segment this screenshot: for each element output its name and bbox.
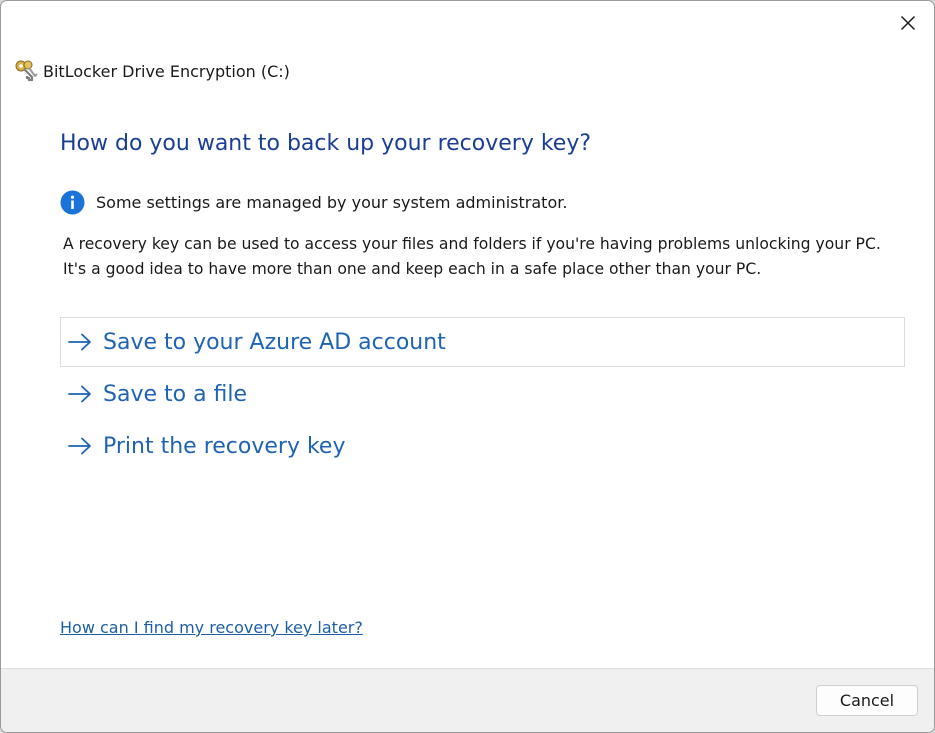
page-heading: How do you want to back up your recovery…	[60, 131, 592, 156]
option-save-to-file[interactable]: Save to a file	[60, 369, 905, 419]
option-print-recovery-key[interactable]: Print the recovery key	[60, 421, 905, 471]
description-line: It's a good idea to have more than one a…	[63, 260, 762, 278]
admin-notice-text: Some settings are managed by your system…	[96, 193, 568, 212]
window-title: BitLocker Drive Encryption (C:)	[43, 61, 290, 81]
cancel-button[interactable]: Cancel	[816, 685, 918, 716]
arrow-right-icon	[68, 333, 91, 351]
dialog-footer: Cancel	[1, 668, 934, 732]
option-label: Print the recovery key	[103, 433, 346, 459]
title-bar: BitLocker Drive Encryption (C:)	[12, 57, 290, 85]
option-save-azure-ad[interactable]: Save to your Azure AD account	[60, 317, 905, 367]
description: A recovery key can be used to access you…	[63, 232, 923, 282]
option-label: Save to a file	[103, 381, 248, 407]
description-line: A recovery key can be used to access you…	[63, 235, 881, 253]
arrow-right-icon	[68, 437, 91, 455]
admin-notice: Some settings are managed by your system…	[60, 190, 567, 215]
bitlocker-keys-icon	[12, 57, 40, 85]
option-label: Save to your Azure AD account	[103, 329, 446, 355]
info-icon	[60, 190, 85, 215]
backup-options: Save to your Azure AD account Save to a …	[60, 317, 905, 473]
arrow-right-icon	[68, 385, 91, 403]
close-button[interactable]	[888, 3, 928, 43]
close-icon	[900, 15, 916, 31]
dialog-window: BitLocker Drive Encryption (C:) How do y…	[0, 0, 935, 733]
help-link-find-recovery-key[interactable]: How can I find my recovery key later?	[60, 618, 363, 637]
